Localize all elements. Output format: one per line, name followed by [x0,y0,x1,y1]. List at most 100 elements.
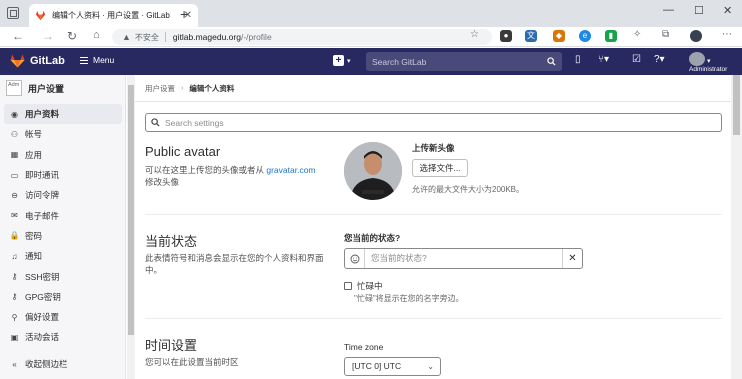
double-chevron-left-icon: « [12,359,17,369]
gitlab-logo[interactable]: GitLab [10,54,65,68]
warning-icon: ▲ [122,32,131,42]
maximize-icon[interactable]: ☐ [694,4,704,17]
search-settings-input[interactable]: Search settings [145,113,722,132]
sidebar-item[interactable]: ⚷ GPG密钥 [0,287,126,307]
applications-icon: ▦ [10,150,19,160]
help-icon[interactable]: ?▾ [654,54,665,65]
menu-label: Menu [93,55,115,65]
breadcrumb-parent[interactable]: 用户设置 [145,83,175,94]
smiley-icon [350,254,359,263]
extension-icon[interactable]: ◆ [553,30,565,42]
window-close-icon[interactable]: ✕ [723,4,732,17]
sidebar-item[interactable]: ▭ 即时通讯 [0,165,126,185]
gitlab-tanuki-icon [10,54,25,68]
user-label: Administrator [689,66,728,73]
browser-tab[interactable]: 编辑个人资料 · 用户设置 · GitLab ✕ [29,4,198,27]
sidebar-header[interactable]: Adm 用户设置 [6,80,64,96]
timezone-value: [UTC 0] UTC [352,361,402,371]
emoji-picker-button[interactable] [345,249,365,268]
search-icon [547,57,556,66]
gitlab-topbar: GitLab Menu + ▾ Search GitLab ▯ ⑂▾ ☑ ?▾ … [0,48,742,75]
todo-icon[interactable]: ☑ [632,54,641,65]
forward-icon[interactable]: → [42,29,54,43]
favorite-star-icon[interactable]: ☆ [470,29,479,40]
sidebar-item[interactable]: ▦ 应用 [0,145,126,165]
workspaces-icon[interactable] [7,7,19,19]
max-file-size-note: 允许的最大文件大小为200KB。 [412,185,525,194]
sidebar-item-label: 活动会话 [25,332,60,343]
edge-icon[interactable]: e [579,30,591,42]
new-tab-icon[interactable]: + [180,6,188,22]
menu-button[interactable]: Menu [80,55,114,65]
sidebar-item[interactable]: ⚲ 偏好设置 [0,307,126,327]
extension-icon[interactable]: ▮ [605,30,617,42]
timezone-select[interactable]: [UTC 0] UTC ⌄ [344,357,441,376]
token-icon: ⊖ [11,190,18,200]
back-icon[interactable]: ← [12,29,24,43]
sidebar-item[interactable]: ⚷ SSH密钥 [0,266,126,286]
busy-help-text: "忙碌"将显示在您的名字旁边。 [354,294,464,303]
page-scrollbar[interactable] [731,75,742,379]
avatar-section-desc: 可以在这里上传您的头像或者从 gravatar.com 修改头像 [145,164,325,188]
sidebar-item-label: 即时通讯 [25,170,60,181]
sidebar-item[interactable]: ⊖ 访问令牌 [0,185,126,205]
sidebar-item-label: 偏好设置 [25,312,60,323]
hamburger-icon [80,56,88,64]
issues-icon[interactable]: ▯ [575,54,581,65]
status-input[interactable]: 您当前的状态? ✕ [344,248,583,269]
sidebar-scrollbar[interactable] [127,75,135,379]
sidebar-item-label: 用户资料 [25,109,60,120]
user-avatar[interactable] [689,52,705,66]
chat-icon: ▭ [10,170,19,180]
sidebar-item[interactable]: 🔒 密码 [0,226,126,246]
sidebar-item-label: 通知 [25,251,43,262]
search-gitlab-input[interactable]: Search GitLab [366,52,562,71]
sidebar-item[interactable]: ✉ 电子邮件 [0,205,126,225]
sidebar-scroll-thumb[interactable] [128,85,134,335]
settings-sidebar: Adm 用户设置 ◉ 用户资料 ⚇ 帐号 ▦ 应用 ▭ 即时通讯 ⊖ 访问令牌 ✉ 电子邮件 🔒 密码 ♫ 通… [0,75,126,379]
extension-icon[interactable]: ● [500,30,512,42]
user-circle-icon: ◉ [11,109,18,119]
url-host: gitlab.magedu.org [172,32,241,42]
time-section-title: 时间设置 [145,338,198,353]
sidebar-item-label: 帐号 [25,129,43,140]
chevron-down-icon: ⌄ [427,362,434,371]
upload-avatar-title: 上传新头像 [412,143,455,153]
gravatar-link[interactable]: gravatar.com [266,165,315,175]
sidebar-item[interactable]: ◉ 用户资料 [4,104,122,125]
tab-title: 编辑个人资料 · 用户设置 · GitLab [52,11,170,20]
sidebar-item[interactable]: ⚇ 帐号 [0,124,126,144]
minimize-icon[interactable]: — [663,4,674,16]
busy-checkbox-row[interactable]: 忙碌中 [344,280,383,292]
choose-file-button[interactable]: 选择文件... [412,159,468,177]
search-placeholder: Search GitLab [372,56,427,67]
translate-icon[interactable]: 文 [525,30,537,42]
collections-icon[interactable]: ⧉ [662,29,669,40]
extensions-puzzle-icon[interactable]: ✧ [633,29,641,40]
browser-tabstrip: 编辑个人资料 · 用户设置 · GitLab ✕ + — ☐ ✕ [0,0,742,27]
sidebar-item[interactable]: ♫ 通知 [0,246,126,266]
section-divider [145,318,722,319]
profile-avatar-icon[interactable] [690,30,702,42]
key-icon: ⚷ [11,272,18,282]
page-scroll-thumb[interactable] [733,75,740,135]
avatar-desc-text: 可以在这里上传您的头像或者从 [145,165,267,175]
status-section-title: 当前状态 [145,234,198,249]
chevron-down-icon[interactable]: ▾ [707,57,711,65]
collapse-sidebar-button[interactable]: « 收起侧边栏 [10,358,67,370]
sidebar-item-label: 密码 [25,230,43,241]
busy-checkbox[interactable] [344,282,352,290]
avatar-section-title: Public avatar [145,144,221,159]
person-photo-icon [344,142,402,200]
url-input[interactable]: ▲ 不安全 gitlab.magedu.org /-/profile [112,29,492,45]
sidebar-item[interactable]: ▣ 活动会话 [0,327,126,347]
create-new-button[interactable]: + ▾ [333,55,351,66]
reload-icon[interactable]: ↻ [67,29,77,43]
breadcrumb-current[interactable]: 编辑个人资料 [189,83,234,94]
status-placeholder: 您当前的状态? [371,253,427,263]
more-menu-icon[interactable]: ⋯ [722,29,732,40]
home-icon[interactable]: ⌂ [93,29,100,41]
clear-status-icon[interactable]: ✕ [562,249,582,268]
status-label: 您当前的状态? [344,233,401,243]
merge-request-icon[interactable]: ⑂▾ [598,54,609,65]
